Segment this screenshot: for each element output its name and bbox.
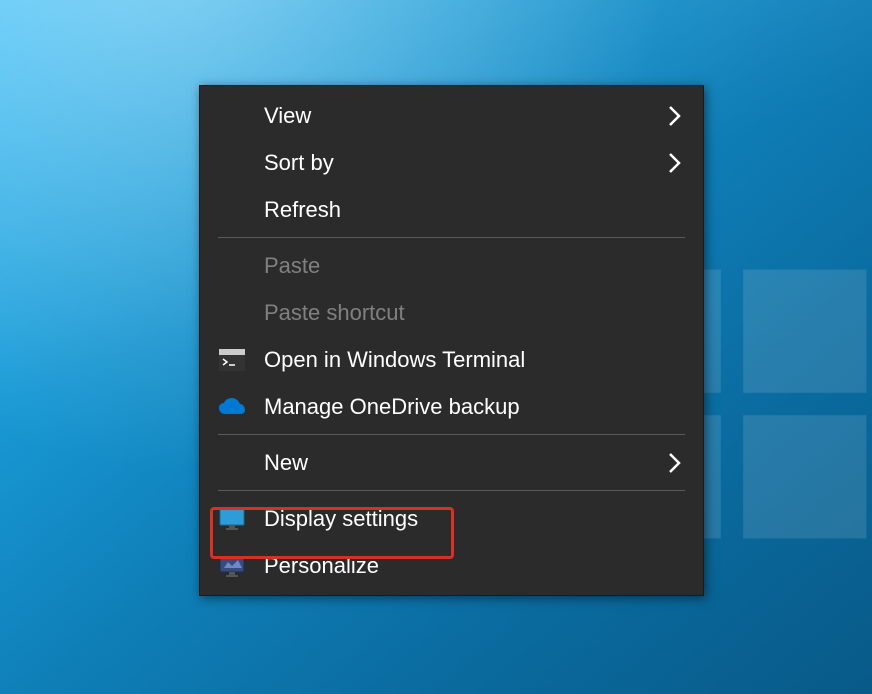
onedrive-icon: [218, 393, 246, 421]
menu-label: Personalize: [264, 553, 685, 579]
menu-separator: [218, 434, 685, 435]
menu-label: Sort by: [264, 150, 665, 176]
menu-label: View: [264, 103, 665, 129]
menu-label: Paste: [264, 253, 685, 279]
menu-item-onedrive-backup[interactable]: Manage OneDrive backup: [200, 383, 703, 430]
menu-item-view[interactable]: View: [200, 92, 703, 139]
menu-separator: [218, 237, 685, 238]
personalize-icon: [218, 552, 246, 580]
chevron-right-icon: [665, 152, 685, 174]
menu-label: Refresh: [264, 197, 685, 223]
menu-item-refresh[interactable]: Refresh: [200, 186, 703, 233]
menu-item-sort-by[interactable]: Sort by: [200, 139, 703, 186]
menu-item-personalize[interactable]: Personalize: [200, 542, 703, 589]
chevron-right-icon: [665, 105, 685, 127]
menu-label: New: [264, 450, 665, 476]
menu-label: Paste shortcut: [264, 300, 685, 326]
menu-item-paste-shortcut: Paste shortcut: [200, 289, 703, 336]
chevron-right-icon: [665, 452, 685, 474]
desktop-background[interactable]: View Sort by Refresh Paste Paste shortcu…: [0, 0, 872, 694]
menu-item-display-settings[interactable]: Display settings: [200, 495, 703, 542]
display-icon: [218, 505, 246, 533]
menu-item-paste: Paste: [200, 242, 703, 289]
menu-item-windows-terminal[interactable]: Open in Windows Terminal: [200, 336, 703, 383]
menu-item-new[interactable]: New: [200, 439, 703, 486]
menu-separator: [218, 490, 685, 491]
terminal-icon: [218, 346, 246, 374]
menu-label: Display settings: [264, 506, 685, 532]
menu-label: Manage OneDrive backup: [264, 394, 685, 420]
menu-label: Open in Windows Terminal: [264, 347, 685, 373]
desktop-context-menu: View Sort by Refresh Paste Paste shortcu…: [199, 85, 704, 596]
